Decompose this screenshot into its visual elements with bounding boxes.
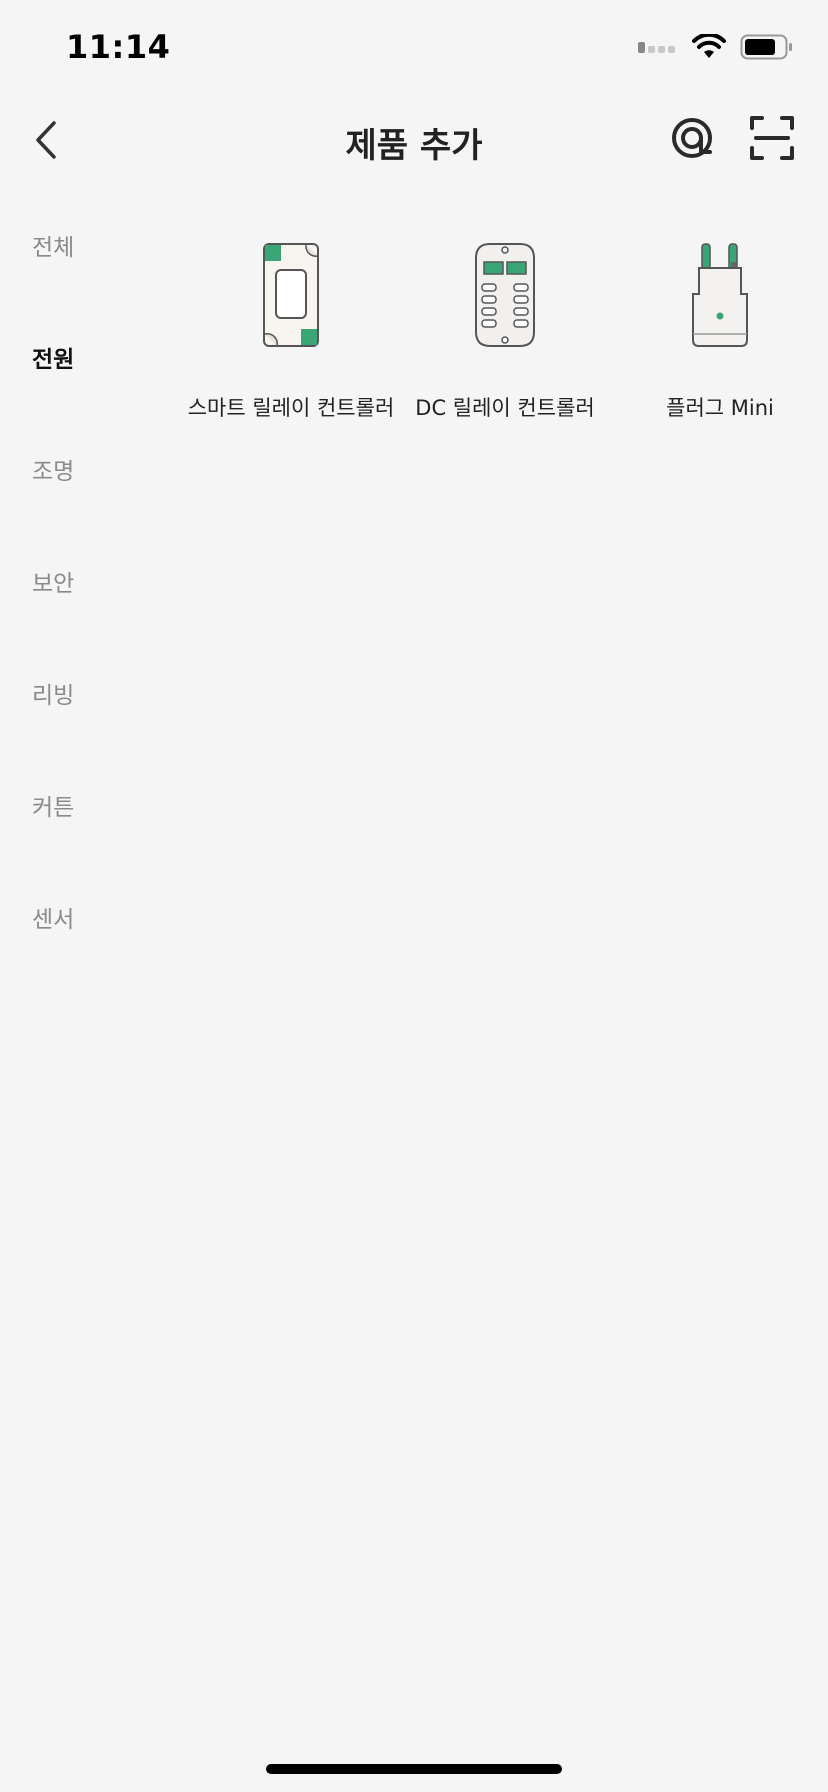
product-dc-relay[interactable]: DC 릴레이 컨트롤러	[400, 240, 610, 420]
product-smart-relay[interactable]: 스마트 릴레이 컨트롤러	[186, 240, 396, 420]
smart-relay-icon	[263, 243, 319, 347]
wifi-icon	[692, 34, 726, 58]
product-label: 스마트 릴레이 컨트롤러	[187, 396, 395, 420]
sidebar-item-security[interactable]: 보안	[32, 564, 74, 604]
scan-button[interactable]	[748, 114, 796, 162]
nfc-button[interactable]	[668, 114, 716, 162]
status-bar: 11:14	[0, 0, 828, 100]
status-icons	[638, 34, 794, 60]
sidebar-item-sensor[interactable]: 센서	[32, 900, 74, 940]
sidebar-item-curtain[interactable]: 커튼	[32, 788, 74, 828]
sidebar-item-all[interactable]: 전체	[32, 228, 74, 268]
plug-mini-icon	[692, 243, 748, 347]
dc-relay-icon	[475, 243, 535, 347]
scan-icon	[750, 116, 794, 160]
sidebar-item-living[interactable]: 리빙	[32, 676, 74, 716]
sidebar-item-lighting[interactable]: 조명	[32, 452, 74, 492]
sidebar-item-power[interactable]: 전원	[32, 340, 74, 380]
product-label: DC 릴레이 컨트롤러	[415, 396, 595, 420]
battery-icon	[740, 34, 792, 60]
product-plug-mini[interactable]: 플러그 Mini	[615, 240, 825, 420]
nfc-icon	[672, 118, 712, 158]
home-indicator[interactable]	[266, 1764, 562, 1774]
status-time: 11:14	[66, 28, 171, 66]
navigation-bar: 제품 추가	[0, 100, 828, 180]
signal-icon	[638, 42, 675, 53]
product-label: 플러그 Mini	[666, 396, 774, 420]
